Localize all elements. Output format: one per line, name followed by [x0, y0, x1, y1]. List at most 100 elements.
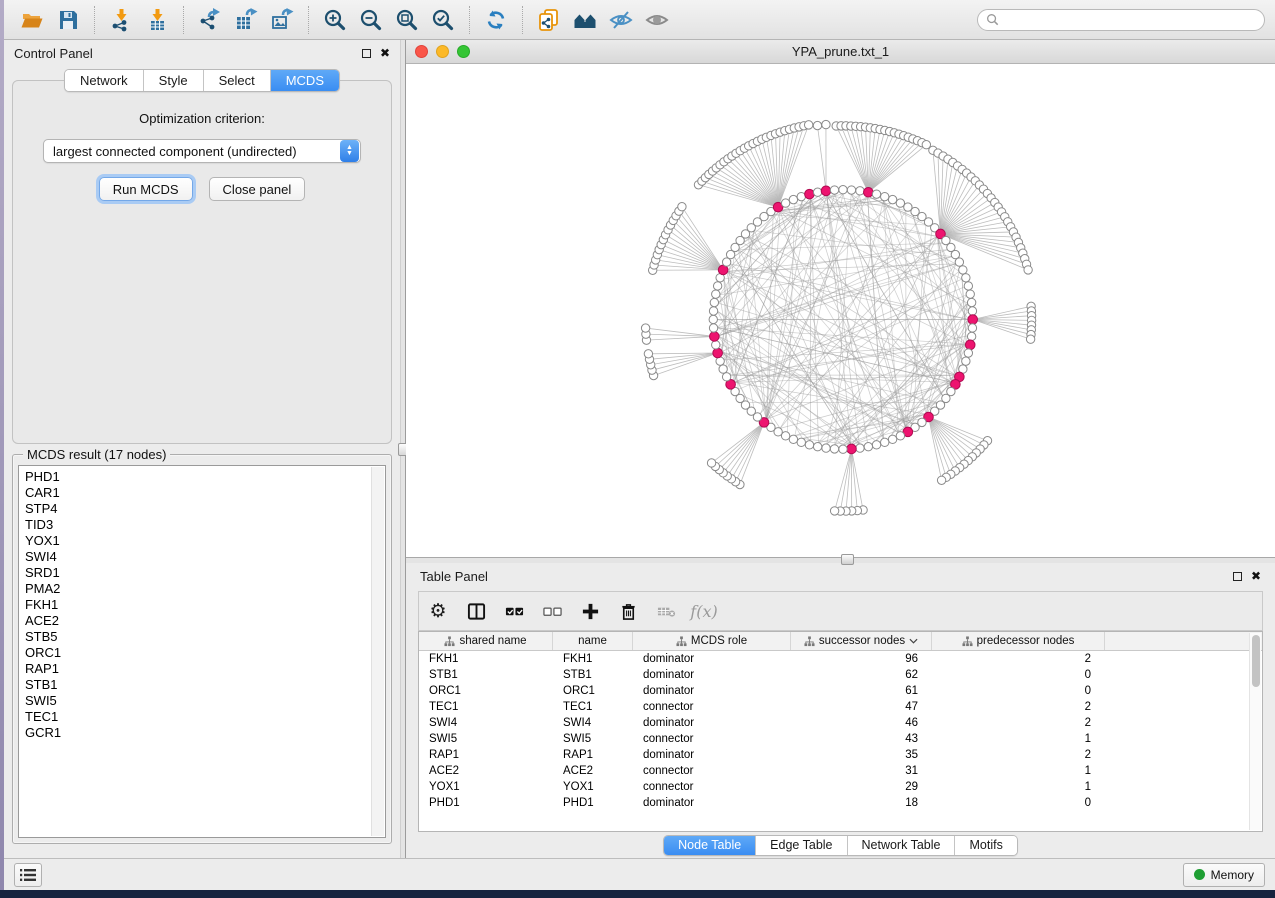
- splitter-grip[interactable]: [841, 554, 854, 565]
- table-cell[interactable]: 2: [932, 717, 1105, 729]
- tab-style[interactable]: Style: [144, 70, 204, 91]
- table-cell[interactable]: 1: [932, 781, 1105, 793]
- table-cell[interactable]: YOX1: [419, 781, 553, 793]
- refresh-layout-button[interactable]: [481, 5, 511, 35]
- table-cell[interactable]: STB1: [553, 669, 633, 681]
- network-canvas[interactable]: [406, 64, 1275, 557]
- table-row[interactable]: TEC1TEC1connector472: [419, 699, 1262, 715]
- table-cell[interactable]: 29: [791, 781, 932, 793]
- mcds-result-item[interactable]: SWI5: [25, 693, 385, 709]
- select-all-rows-button[interactable]: [503, 600, 525, 622]
- table-cell[interactable]: dominator: [633, 717, 791, 729]
- tab-motifs[interactable]: Motifs: [955, 836, 1016, 855]
- criterion-dropdown[interactable]: largest connected component (undirected)…: [43, 139, 361, 163]
- tab-mcds[interactable]: MCDS: [271, 70, 339, 91]
- table-cell[interactable]: 62: [791, 669, 932, 681]
- table-cell[interactable]: 18: [791, 797, 932, 809]
- table-row[interactable]: PHD1PHD1dominator180: [419, 795, 1262, 811]
- table-cell[interactable]: FKH1: [419, 653, 553, 665]
- table-cell[interactable]: 0: [932, 669, 1105, 681]
- memory-button[interactable]: Memory: [1183, 863, 1265, 887]
- column-header[interactable]: shared name: [419, 632, 553, 650]
- export-network-button[interactable]: [195, 5, 225, 35]
- tab-network[interactable]: Network: [65, 70, 144, 91]
- table-row[interactable]: ORC1ORC1dominator610: [419, 683, 1262, 699]
- table-cell[interactable]: PHD1: [553, 797, 633, 809]
- table-cell[interactable]: connector: [633, 765, 791, 777]
- horizontal-splitter[interactable]: [406, 558, 1275, 563]
- hide-details-button[interactable]: [606, 5, 636, 35]
- network-search-button[interactable]: [570, 5, 600, 35]
- table-cell[interactable]: 0: [932, 685, 1105, 697]
- mcds-result-item[interactable]: TID3: [25, 517, 385, 533]
- table-cell[interactable]: TEC1: [419, 701, 553, 713]
- mcds-result-item[interactable]: YOX1: [25, 533, 385, 549]
- table-cell[interactable]: SWI4: [553, 717, 633, 729]
- add-column-button[interactable]: [579, 600, 601, 622]
- table-cell[interactable]: connector: [633, 733, 791, 745]
- table-cell[interactable]: ACE2: [553, 765, 633, 777]
- mcds-result-item[interactable]: SRD1: [25, 565, 385, 581]
- table-cell[interactable]: TEC1: [553, 701, 633, 713]
- table-cell[interactable]: STB1: [419, 669, 553, 681]
- table-row[interactable]: YOX1YOX1connector291: [419, 779, 1262, 795]
- mcds-list-scrollbar[interactable]: [371, 467, 384, 836]
- zoom-out-button[interactable]: [356, 5, 386, 35]
- table-options-button[interactable]: ⚙: [427, 600, 449, 622]
- column-header[interactable]: MCDS role: [633, 632, 791, 650]
- table-scrollbar[interactable]: [1249, 633, 1261, 830]
- mcds-result-item[interactable]: PHD1: [25, 469, 385, 485]
- table-cell[interactable]: FKH1: [553, 653, 633, 665]
- network-canvas-svg[interactable]: [406, 64, 1275, 557]
- table-cell[interactable]: dominator: [633, 797, 791, 809]
- mcds-result-list[interactable]: PHD1CAR1STP4TID3YOX1SWI4SRD1PMA2FKH1ACE2…: [18, 465, 386, 838]
- import-network-button[interactable]: [106, 5, 136, 35]
- duplicate-network-button[interactable]: [534, 5, 564, 35]
- table-row[interactable]: SWI5SWI5connector431: [419, 731, 1262, 747]
- delete-column-button[interactable]: [617, 600, 639, 622]
- export-image-button[interactable]: [267, 5, 297, 35]
- table-cell[interactable]: connector: [633, 781, 791, 793]
- table-row[interactable]: STB1STB1dominator620: [419, 667, 1262, 683]
- table-scrollbar-thumb[interactable]: [1252, 635, 1260, 687]
- table-cell[interactable]: dominator: [633, 685, 791, 697]
- deselect-all-rows-button[interactable]: [541, 600, 563, 622]
- table-cell[interactable]: ACE2: [419, 765, 553, 777]
- mcds-result-item[interactable]: STB5: [25, 629, 385, 645]
- column-header[interactable]: successor nodes: [791, 632, 932, 650]
- birdseye-view-button[interactable]: [642, 5, 672, 35]
- mcds-result-item[interactable]: STB1: [25, 677, 385, 693]
- mcds-result-item[interactable]: ORC1: [25, 645, 385, 661]
- network-window-titlebar[interactable]: YPA_prune.txt_1: [406, 40, 1275, 64]
- zoom-in-button[interactable]: [320, 5, 350, 35]
- save-session-button[interactable]: [53, 5, 83, 35]
- search-input[interactable]: [1004, 13, 1256, 27]
- table-cell[interactable]: connector: [633, 701, 791, 713]
- column-layout-button[interactable]: [465, 600, 487, 622]
- table-cell[interactable]: SWI5: [553, 733, 633, 745]
- zoom-fit-button[interactable]: [392, 5, 422, 35]
- close-panel-button[interactable]: Close panel: [209, 177, 306, 201]
- mcds-result-item[interactable]: RAP1: [25, 661, 385, 677]
- mcds-result-item[interactable]: GCR1: [25, 725, 385, 741]
- table-row[interactable]: RAP1RAP1dominator352: [419, 747, 1262, 763]
- table-row[interactable]: FKH1FKH1dominator962: [419, 651, 1262, 667]
- table-cell[interactable]: dominator: [633, 749, 791, 761]
- table-cell[interactable]: 2: [932, 653, 1105, 665]
- table-cell[interactable]: YOX1: [553, 781, 633, 793]
- table-cell[interactable]: 0: [932, 797, 1105, 809]
- float-panel-icon[interactable]: [1233, 572, 1242, 581]
- table-cell[interactable]: RAP1: [419, 749, 553, 761]
- task-history-button[interactable]: [14, 863, 42, 887]
- float-panel-icon[interactable]: [362, 49, 371, 58]
- table-cell[interactable]: 1: [932, 765, 1105, 777]
- mcds-result-item[interactable]: STP4: [25, 501, 385, 517]
- table-cell[interactable]: 47: [791, 701, 932, 713]
- open-file-button[interactable]: [17, 5, 47, 35]
- tab-select[interactable]: Select: [204, 70, 271, 91]
- tab-node-table[interactable]: Node Table: [664, 836, 756, 855]
- table-cell[interactable]: 96: [791, 653, 932, 665]
- run-mcds-button[interactable]: Run MCDS: [99, 177, 193, 201]
- table-cell[interactable]: 2: [932, 701, 1105, 713]
- table-cell[interactable]: 2: [932, 749, 1105, 761]
